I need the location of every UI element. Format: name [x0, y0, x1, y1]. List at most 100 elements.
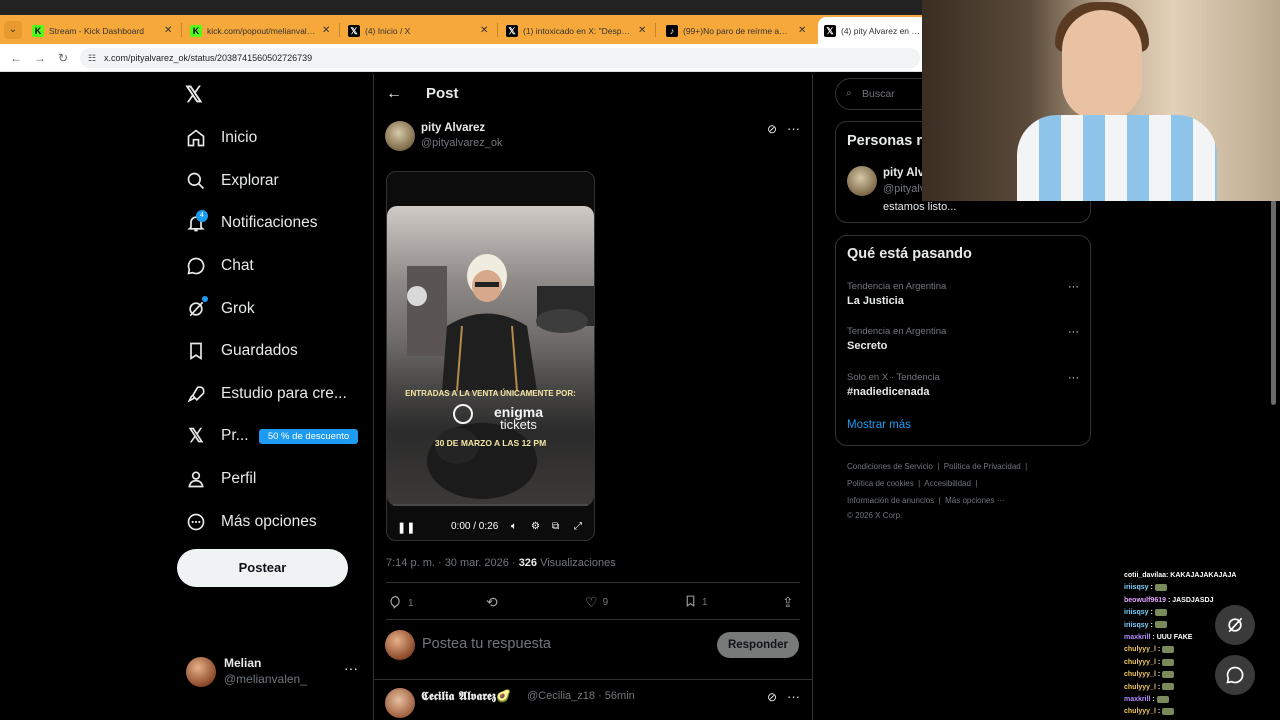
- trend-more-icon[interactable]: ···: [1068, 372, 1079, 384]
- chat-username[interactable]: chulyyy_l: [1124, 708, 1156, 715]
- footer-link[interactable]: Accesibilidad: [924, 479, 971, 488]
- reply-more-icon[interactable]: ···: [787, 689, 800, 704]
- chat-text: :: [1148, 609, 1155, 617]
- footer-link[interactable]: Condiciones de Servicio: [847, 462, 933, 471]
- reply-button[interactable]: Responder: [717, 632, 799, 658]
- chat-username[interactable]: chulyyy_l: [1124, 659, 1156, 666]
- browser-tab[interactable]: 𝕏 (4) Inicio / X ✕: [342, 17, 496, 44]
- chat-username[interactable]: iriisqsy: [1124, 622, 1149, 629]
- close-icon[interactable]: ✕: [798, 25, 808, 36]
- tab-title: (4) pity Alvarez en X: "H: [841, 25, 922, 36]
- trend-item[interactable]: Tendencia en Argentina Secreto ···: [847, 326, 1079, 352]
- back-icon[interactable]: ←: [10, 51, 22, 65]
- settings-icon[interactable]: ⚙: [531, 521, 540, 532]
- nav-item-mas-opciones[interactable]: Más opciones: [185, 504, 317, 540]
- grok-explain-icon[interactable]: ⊘: [767, 122, 777, 136]
- fullscreen-icon[interactable]: ⤢: [574, 521, 582, 532]
- video-progress-track[interactable]: [393, 504, 588, 506]
- reply-input[interactable]: Postea tu respuesta: [422, 636, 551, 652]
- next-reply-avatar[interactable]: [385, 688, 415, 718]
- nav-label: Grok: [221, 300, 255, 317]
- heart-icon: ♡: [585, 594, 598, 610]
- nav-item-guardados[interactable]: Guardados: [185, 333, 298, 369]
- chat-username[interactable]: maxkrill: [1124, 634, 1150, 641]
- premium-discount-badge[interactable]: 50 % de descuento: [259, 429, 358, 444]
- chat-float-button[interactable]: [1215, 655, 1255, 695]
- person-avatar[interactable]: [847, 166, 877, 196]
- nav-item-inicio[interactable]: Inicio: [185, 120, 257, 156]
- reply-action[interactable]: 1: [388, 594, 414, 612]
- post-timestamp[interactable]: 7:14 p. m. · 30 mar. 2026 ·: [386, 557, 519, 569]
- url-input[interactable]: ☷ x.com/pityalvarez_ok/status/2038741560…: [80, 48, 920, 68]
- chat-username[interactable]: chulyyy_l: [1124, 684, 1156, 691]
- footer-links: Condiciones de Servicio | Política de Pr…: [847, 462, 1028, 520]
- trend-more-icon[interactable]: ···: [1068, 326, 1079, 338]
- close-icon[interactable]: ✕: [480, 25, 490, 36]
- chat-username[interactable]: chulyyy_l: [1124, 671, 1156, 678]
- page-scrollbar[interactable]: [1271, 200, 1276, 405]
- like-action[interactable]: ♡ 9: [585, 594, 608, 611]
- nav-item-grok[interactable]: Grok: [185, 291, 255, 327]
- pip-icon[interactable]: ⧉: [552, 521, 559, 532]
- nav-item-chat[interactable]: Chat: [185, 248, 254, 284]
- author-avatar[interactable]: [385, 121, 415, 151]
- grok-explain-icon[interactable]: ⊘: [767, 690, 777, 704]
- site-settings-icon[interactable]: ☷: [88, 48, 96, 68]
- person-name[interactable]: pity Alv: [883, 167, 924, 179]
- footer-link[interactable]: Política de cookies: [847, 479, 914, 488]
- tab-search-icon[interactable]: ⌄: [4, 21, 22, 39]
- grok-float-button[interactable]: [1215, 605, 1255, 645]
- person-handle[interactable]: @pityalv: [883, 183, 925, 195]
- browser-tab[interactable]: ♪ (99+)No paro de reírme amigo ✕: [660, 17, 814, 44]
- back-arrow-icon[interactable]: ←: [386, 85, 402, 103]
- volume-icon[interactable]: 🔈︎: [511, 521, 517, 532]
- video-player[interactable]: ENTRADAS A LA VENTA ÚNICAMENTE POR: enig…: [386, 171, 595, 541]
- trend-item[interactable]: Tendencia en Argentina La Justicia ···: [847, 281, 1079, 307]
- next-reply-meta[interactable]: @Cecilia_z18 · 56min: [527, 690, 635, 702]
- trends-panel: Qué está pasando Tendencia en Argentina …: [835, 235, 1091, 446]
- nav-item-estudio[interactable]: Estudio para cre...: [185, 376, 347, 412]
- nav-item-premium[interactable]: 𝕏 Pr...: [185, 418, 249, 454]
- close-icon[interactable]: ✕: [638, 25, 648, 36]
- post-more-icon[interactable]: ···: [787, 121, 800, 136]
- footer-link[interactable]: Información de anuncios: [847, 496, 934, 505]
- x-logo-icon[interactable]: 𝕏: [185, 82, 203, 108]
- footer-link[interactable]: Política de Privacidad: [944, 462, 1021, 471]
- chat-username[interactable]: beowulf9619: [1124, 597, 1166, 604]
- repost-action[interactable]: ⟲: [486, 594, 503, 611]
- chat-username[interactable]: iriisqsy: [1124, 609, 1149, 616]
- person-bio: estamos listo...: [883, 201, 957, 213]
- browser-tab-active[interactable]: 𝕏 (4) pity Alvarez en X: "H: [818, 17, 928, 44]
- trend-item[interactable]: Solo en X · Tendencia #nadiedicenada ···: [847, 372, 1079, 398]
- account-avatar[interactable]: [186, 657, 216, 687]
- browser-tab[interactable]: K Stream - Kick Dashboard ✕: [26, 17, 180, 44]
- home-icon: [185, 127, 207, 149]
- browser-tab[interactable]: K kick.com/popout/melianvalen/ ✕: [184, 17, 338, 44]
- reload-icon[interactable]: ↻: [58, 51, 68, 65]
- browser-tab[interactable]: 𝕏 (1) intoxicado en X: "Despues d ✕: [500, 17, 654, 44]
- chat-username[interactable]: chulyyy_l: [1124, 646, 1156, 653]
- nav-item-perfil[interactable]: Perfil: [185, 461, 256, 497]
- chat-username[interactable]: iriisqsy: [1124, 584, 1149, 591]
- nav-item-explorar[interactable]: Explorar: [185, 163, 279, 199]
- chat-username[interactable]: maxkrill: [1124, 696, 1150, 703]
- chat-icon: [185, 255, 207, 277]
- author-handle[interactable]: @pityalvarez_ok: [421, 137, 502, 149]
- trend-more-icon[interactable]: ···: [1068, 281, 1079, 293]
- bookmark-action[interactable]: 1: [684, 594, 708, 611]
- chat-username[interactable]: cotii_davilaa: [1124, 572, 1166, 579]
- footer-link[interactable]: Más opciones ···: [945, 496, 1005, 505]
- pause-icon[interactable]: ❚❚: [397, 521, 415, 534]
- post-button[interactable]: Postear: [177, 549, 348, 587]
- account-more-icon[interactable]: ···: [344, 660, 358, 676]
- author-name[interactable]: pity Alvarez: [421, 122, 485, 134]
- show-more-link[interactable]: Mostrar más: [847, 419, 911, 431]
- divider: [386, 619, 800, 620]
- close-icon[interactable]: ✕: [322, 25, 332, 36]
- nav-label: Pr...: [221, 427, 249, 444]
- close-icon[interactable]: ✕: [164, 25, 174, 36]
- next-reply-author[interactable]: 𝕮𝖊𝖈𝖎𝖑𝖎𝖆 𝕬𝖑𝖛𝖆𝖗𝖊𝖟🥑: [421, 689, 511, 704]
- bookmark-count: 1: [702, 597, 708, 608]
- share-action[interactable]: ⇪: [782, 594, 794, 611]
- forward-icon[interactable]: →: [34, 51, 46, 65]
